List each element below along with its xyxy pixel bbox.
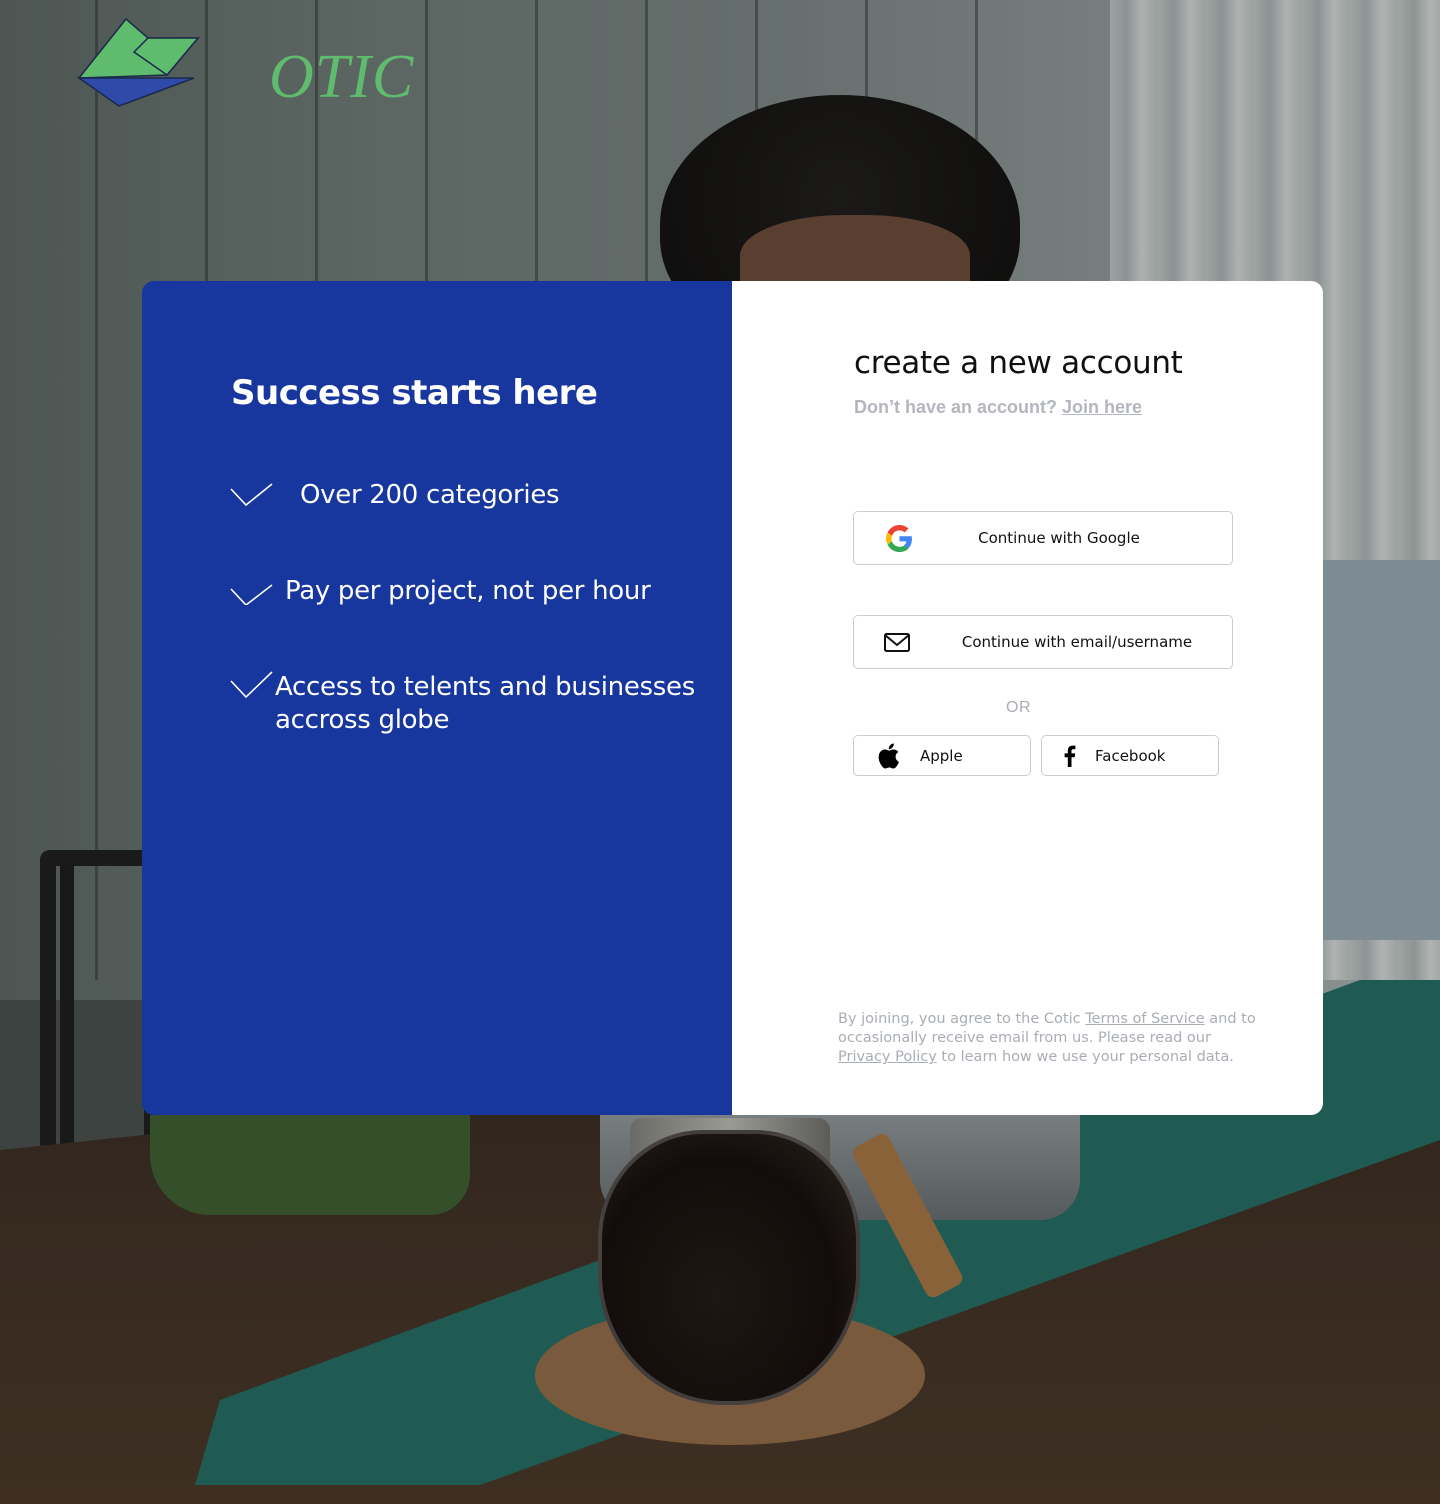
feature-item: Over 200 categories xyxy=(230,479,560,512)
email-button-label: Continue with email/username xyxy=(961,633,1193,651)
terms-text: By joining, you agree to the Cotic xyxy=(838,1011,1086,1027)
or-divider: OR xyxy=(1006,699,1031,716)
signup-prompt: Don’t have an account? Join here xyxy=(854,397,1142,418)
benefits-title: Success starts here xyxy=(231,373,598,413)
signup-prompt-text: Don’t have an account? xyxy=(854,397,1058,417)
logo-mark-icon xyxy=(76,18,200,107)
feature-text: Pay per project, not per hour xyxy=(285,576,651,606)
facebook-button-label: Facebook xyxy=(1095,746,1166,765)
background-coffee-pot xyxy=(598,1130,860,1405)
feature-text: Access to telents and businesses accross… xyxy=(275,672,695,735)
feature-item: Pay per project, not per hour xyxy=(230,575,651,608)
terms-notice: By joining, you agree to the Cotic Terms… xyxy=(838,1010,1258,1067)
feature-item: Access to telents and businesses accross… xyxy=(230,671,705,737)
join-here-link[interactable]: Join here xyxy=(1062,397,1142,417)
background-window xyxy=(1310,560,1440,940)
logo[interactable]: OTIC xyxy=(76,18,413,110)
apple-button[interactable]: Apple xyxy=(853,735,1031,776)
facebook-button[interactable]: Facebook xyxy=(1041,735,1219,776)
check-icon xyxy=(230,584,273,605)
background-person-sleeve xyxy=(150,1115,470,1215)
privacy-policy-link[interactable]: Privacy Policy xyxy=(838,1049,937,1065)
terms-of-service-link[interactable]: Terms of Service xyxy=(1085,1011,1204,1027)
google-button-label: Continue with Google xyxy=(978,529,1140,547)
check-icon xyxy=(230,671,273,699)
apple-icon xyxy=(878,743,899,769)
logo-text: OTIC xyxy=(269,43,415,111)
signup-title: create a new account xyxy=(854,345,1183,381)
check-icon xyxy=(230,483,273,507)
signup-panel: create a new account Don’t have an accou… xyxy=(732,281,1323,1115)
benefits-panel: Success starts here Over 200 categories … xyxy=(142,281,732,1115)
facebook-icon xyxy=(1064,745,1076,767)
terms-text: to learn how we use your personal data. xyxy=(936,1049,1234,1065)
continue-with-email-button[interactable]: Continue with email/username xyxy=(853,615,1233,669)
apple-button-label: Apple xyxy=(920,746,963,765)
signup-card: Success starts here Over 200 categories … xyxy=(142,281,1323,1115)
feature-text: Over 200 categories xyxy=(300,480,560,510)
continue-with-google-button[interactable]: Continue with Google xyxy=(853,511,1233,565)
